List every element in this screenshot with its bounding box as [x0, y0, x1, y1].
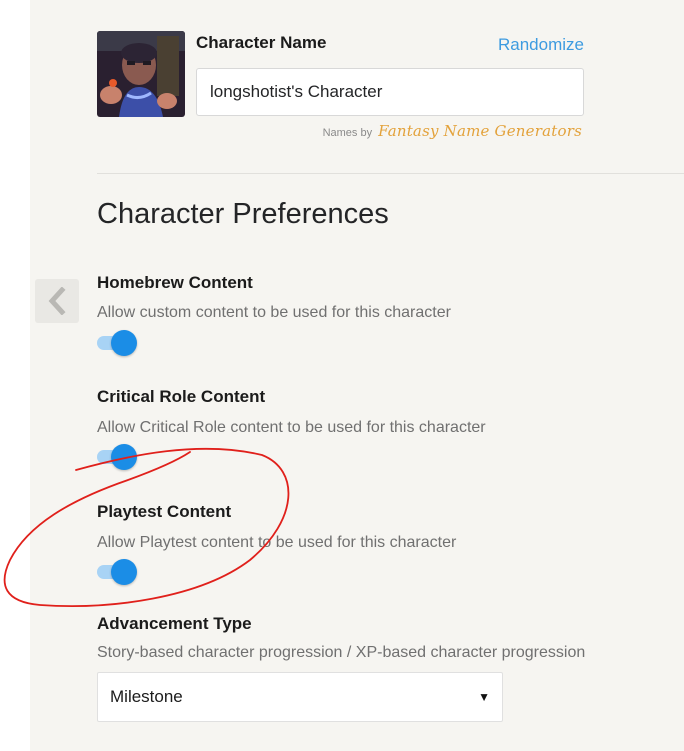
- toggle-knob: [111, 330, 137, 356]
- toggle-knob: [111, 444, 137, 470]
- section-divider: [97, 173, 684, 174]
- avatar-image: [97, 31, 185, 117]
- names-by-credit: Names by Fantasy Name Generators: [323, 122, 582, 140]
- chevron-left-icon: [48, 287, 66, 315]
- advancement-select[interactable]: Milestone ▼: [97, 672, 503, 722]
- character-name-label: Character Name: [196, 33, 327, 52]
- advancement-select-value: Milestone: [110, 687, 183, 706]
- back-button[interactable]: [35, 279, 79, 323]
- homebrew-toggle[interactable]: [97, 330, 139, 356]
- avatar[interactable]: [97, 31, 185, 117]
- critical-role-toggle[interactable]: [97, 444, 139, 470]
- page-title: Character Preferences: [97, 198, 389, 230]
- critical-role-heading: Critical Role Content: [97, 387, 266, 406]
- names-by-label: Names by: [322, 127, 373, 139]
- left-gutter: [0, 0, 30, 751]
- fantasy-name-generators-logo[interactable]: Fantasy Name Generators: [378, 122, 582, 140]
- playtest-toggle[interactable]: [97, 559, 139, 585]
- toggle-knob: [111, 559, 137, 585]
- advancement-description: Story-based character progression / XP-b…: [97, 644, 586, 661]
- randomize-link[interactable]: Randomize: [498, 35, 584, 55]
- homebrew-description: Allow custom content to be used for this…: [97, 304, 451, 321]
- character-name-input[interactable]: [196, 68, 584, 116]
- homebrew-heading: Homebrew Content: [97, 273, 253, 292]
- caret-down-icon: ▼: [478, 690, 490, 704]
- advancement-heading: Advancement Type: [97, 614, 252, 633]
- playtest-description: Allow Playtest content to be used for th…: [97, 534, 457, 551]
- critical-role-description: Allow Critical Role content to be used f…: [97, 419, 486, 436]
- playtest-heading: Playtest Content: [97, 502, 232, 521]
